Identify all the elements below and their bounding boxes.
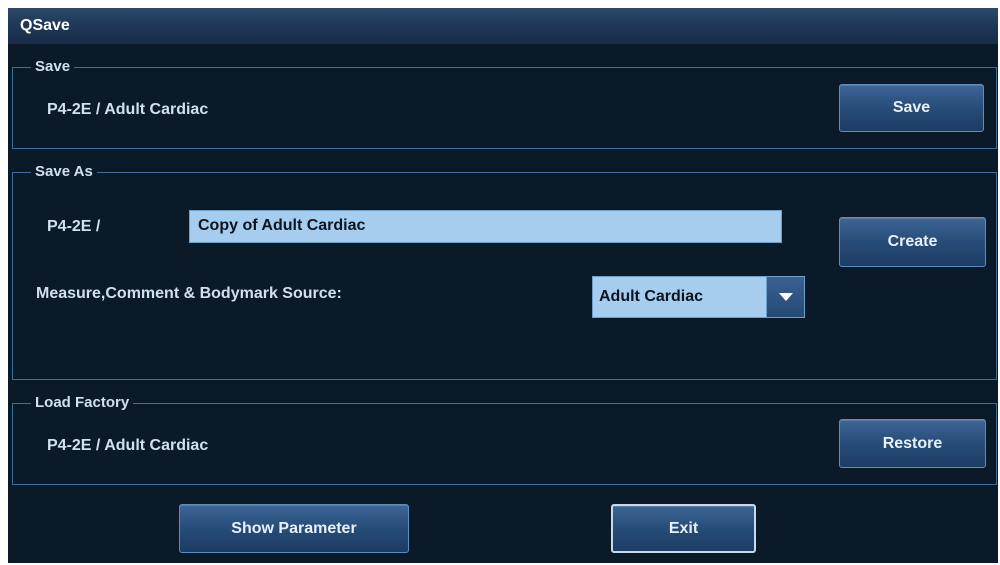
show-parameter-button[interactable]: Show Parameter [179,504,409,553]
load-factory-group-legend: Load Factory [31,393,134,413]
title-bar: QSave [8,8,998,45]
preset-name-input[interactable]: Copy of Adult Cardiac [189,210,782,243]
save-as-group-legend: Save As [31,162,97,182]
save-button[interactable]: Save [839,84,984,132]
source-dropdown[interactable]: Adult Cardiac [592,276,805,318]
window-title: QSave [20,17,70,34]
restore-button[interactable]: Restore [839,419,986,468]
save-as-group: Save As P4-2E / Copy of Adult Cardiac Cr… [12,162,997,380]
load-factory-preset-label: P4-2E / Adult Cardiac [47,437,209,454]
source-dropdown-value: Adult Cardiac [599,288,704,305]
qsave-dialog: QSave Save P4-2E / Adult Cardiac Save Sa… [8,8,998,563]
source-dropdown-toggle[interactable] [766,277,804,317]
load-factory-group: Load Factory P4-2E / Adult Cardiac Resto… [12,393,997,485]
save-group: Save P4-2E / Adult Cardiac Save [12,57,997,149]
chevron-down-icon [779,293,793,301]
save-as-prefix-label: P4-2E / [47,218,101,235]
save-preset-label: P4-2E / Adult Cardiac [47,101,209,118]
source-label: Measure,Comment & Bodymark Source: [36,285,342,302]
save-group-legend: Save [31,57,75,77]
exit-button[interactable]: Exit [611,504,756,553]
create-button[interactable]: Create [839,217,986,267]
